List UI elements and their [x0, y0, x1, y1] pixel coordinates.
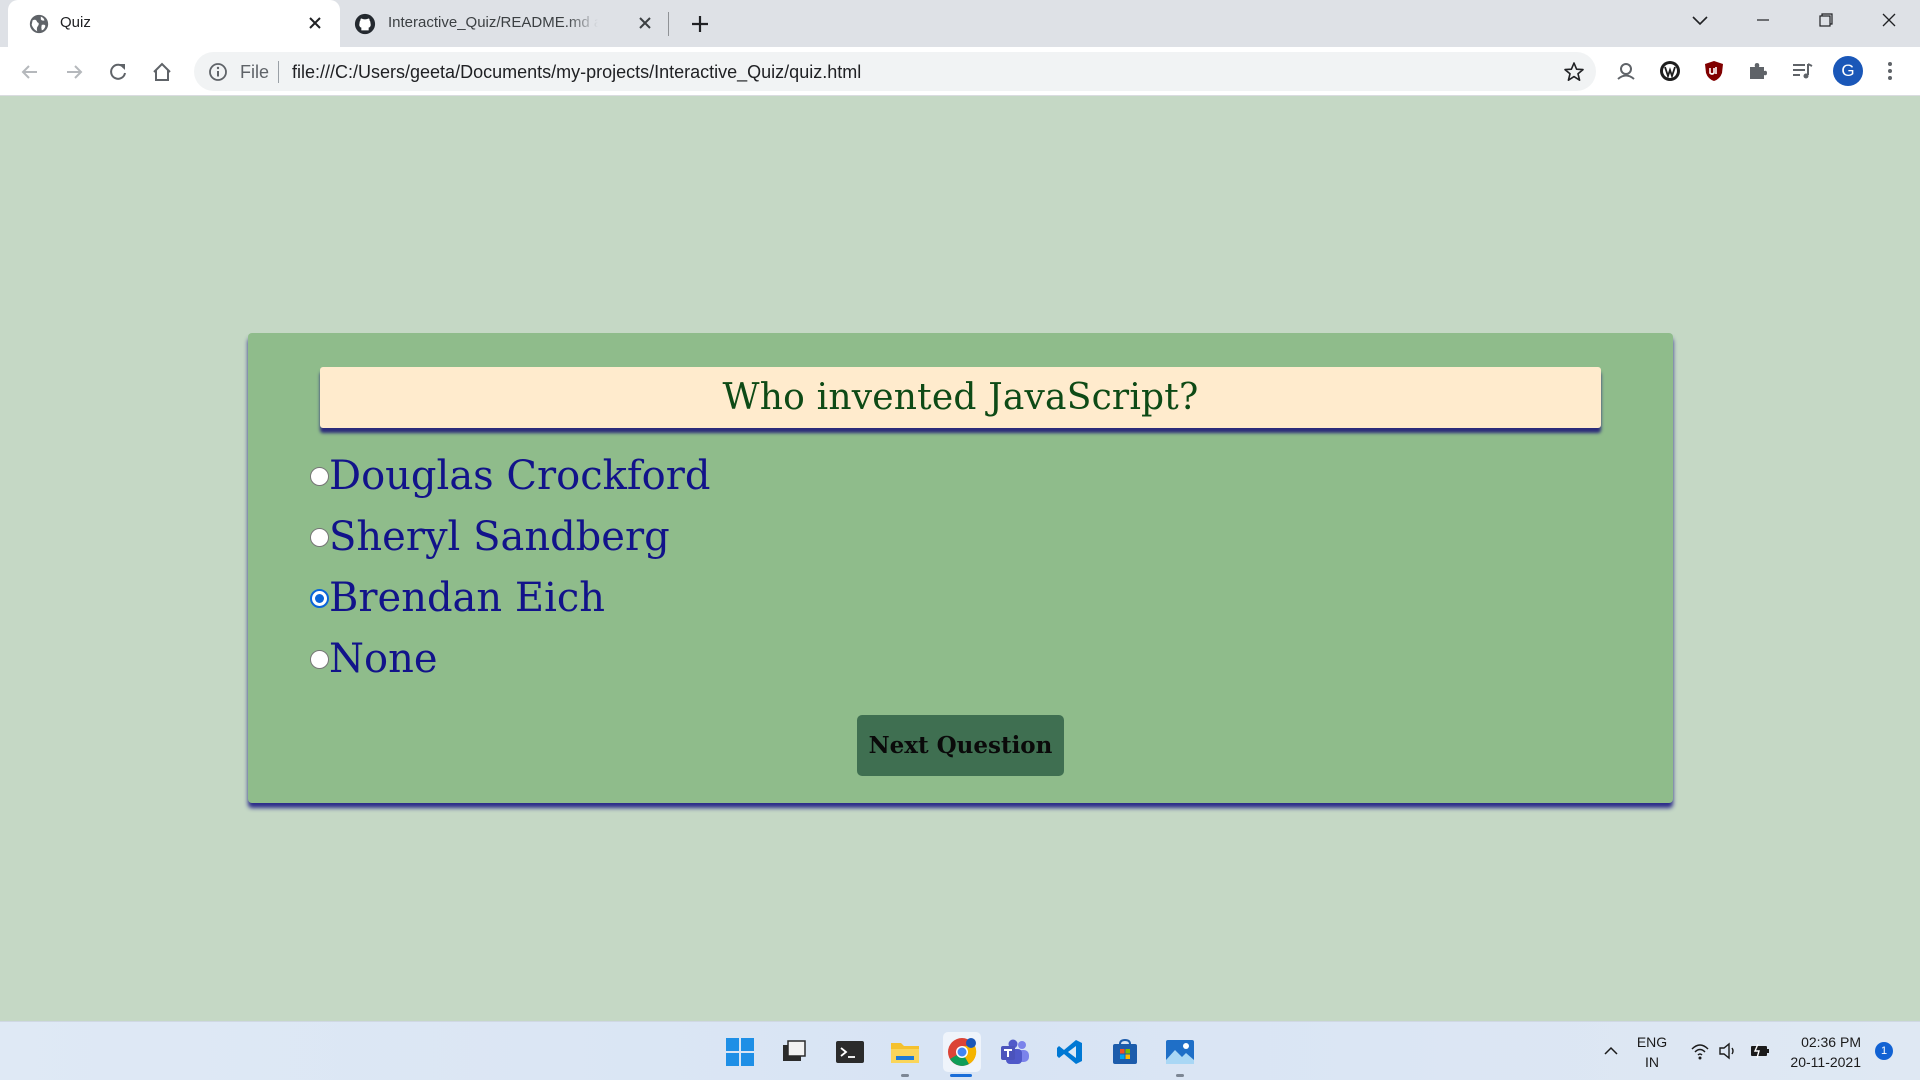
arrow-right-icon — [67, 65, 83, 79]
minimize-button[interactable] — [1733, 0, 1793, 40]
omnibox-divider — [278, 61, 279, 83]
tab-search-button[interactable] — [1670, 0, 1730, 40]
running-indicator — [901, 1074, 909, 1077]
home-icon — [153, 62, 171, 81]
vscode-icon — [1057, 1040, 1082, 1064]
restore-button[interactable] — [1796, 0, 1856, 40]
option-douglas-crockford[interactable]: Douglas Crockford — [310, 453, 710, 499]
media-control-button[interactable] — [1789, 58, 1815, 84]
bookmark-star-icon[interactable] — [1562, 60, 1586, 84]
more-vert-icon — [1888, 62, 1892, 80]
store-icon — [1113, 1038, 1137, 1064]
question-text: Who invented JavaScript? — [722, 377, 1199, 418]
file-explorer-icon — [783, 1040, 806, 1061]
puzzle-icon — [1750, 63, 1767, 79]
tab-quiz[interactable]: Quiz — [8, 0, 340, 47]
tab-strip: Quiz Interactive_Quiz/README.md at main — [0, 0, 1920, 47]
wordpress-extension[interactable] — [1657, 58, 1683, 84]
restore-icon — [1819, 13, 1833, 27]
close-icon[interactable] — [634, 12, 656, 34]
terminal-button[interactable] — [833, 1035, 867, 1069]
media-icon — [1793, 63, 1813, 79]
chrome-button[interactable] — [943, 1032, 981, 1072]
option-brendan-eich[interactable]: Brendan Eich — [310, 575, 605, 621]
browser-menu-button[interactable] — [1880, 58, 1900, 84]
input-language[interactable]: ENG IN — [1634, 1032, 1670, 1072]
teams-icon — [1001, 1039, 1029, 1064]
option-sheryl-sandberg[interactable]: Sheryl Sandberg — [310, 514, 670, 560]
close-window-button[interactable] — [1859, 0, 1919, 40]
back-button[interactable] — [15, 57, 45, 87]
ublock-icon — [1705, 61, 1723, 81]
photos-button[interactable] — [1163, 1035, 1197, 1069]
system-clock[interactable]: 02:36 PM 20-11-2021 — [1781, 1032, 1861, 1072]
clock-date: 20-11-2021 — [1790, 1054, 1861, 1070]
vscode-button[interactable] — [1053, 1035, 1087, 1069]
address-bar[interactable]: File file:///C:/Users/geeta/Documents/my… — [194, 52, 1596, 91]
url-text[interactable]: file:///C:/Users/geeta/Documents/my-proj… — [292, 62, 861, 83]
globe-icon — [29, 14, 49, 34]
store-button[interactable] — [1108, 1035, 1142, 1069]
lens-extension[interactable] — [1613, 58, 1639, 84]
forward-button[interactable] — [59, 57, 89, 87]
option-label: None — [329, 636, 438, 682]
radio-button[interactable] — [310, 527, 329, 547]
github-icon — [354, 13, 376, 35]
reload-button[interactable] — [103, 57, 133, 87]
tab-separator — [668, 12, 669, 36]
region-line: IN — [1645, 1054, 1659, 1070]
quiz-card: Who invented JavaScript? Douglas Crockfo… — [248, 333, 1673, 803]
windows-taskbar: ENG IN 02:36 PM 20-11-2021 — [0, 1021, 1920, 1080]
radio-button-checked[interactable] — [310, 588, 329, 608]
language-line: ENG — [1636, 1034, 1668, 1050]
tab-title: Interactive_Quiz/README.md at main — [388, 14, 598, 31]
radio-button[interactable] — [310, 466, 329, 486]
next-question-label: Next Question — [868, 732, 1053, 759]
teams-button[interactable] — [998, 1035, 1032, 1069]
wifi-icon[interactable] — [1690, 1042, 1710, 1060]
task-view-button[interactable] — [777, 1035, 811, 1069]
photos-icon — [1166, 1040, 1194, 1064]
option-label: Douglas Crockford — [329, 453, 711, 499]
option-label: Sheryl Sandberg — [329, 514, 670, 560]
option-none[interactable]: None — [310, 636, 438, 682]
volume-icon[interactable] — [1718, 1042, 1738, 1060]
new-tab-icon[interactable] — [686, 10, 714, 38]
question-box: Who invented JavaScript? — [320, 367, 1601, 428]
scheme-label: File — [240, 62, 270, 82]
chevron-up-icon[interactable] — [1602, 1044, 1620, 1058]
file-explorer-button[interactable] — [888, 1035, 922, 1069]
minimize-icon — [1757, 19, 1769, 21]
browser-toolbar: File file:///C:/Users/geeta/Documents/my… — [0, 47, 1920, 96]
close-icon — [1882, 13, 1896, 27]
radio-button[interactable] — [310, 649, 329, 669]
tab-readme[interactable]: Interactive_Quiz/README.md at main — [340, 0, 670, 47]
clock-time: 02:36 PM — [1801, 1034, 1861, 1050]
lens-icon — [1617, 63, 1635, 80]
terminal-icon — [836, 1041, 864, 1063]
home-button[interactable] — [147, 57, 177, 87]
option-label: Brendan Eich — [329, 575, 606, 621]
info-icon[interactable] — [208, 62, 228, 82]
active-indicator — [950, 1074, 972, 1077]
chevron-down-icon — [1692, 16, 1708, 26]
ublock-extension[interactable] — [1701, 58, 1727, 84]
windows-start-icon — [726, 1038, 754, 1066]
arrow-left-icon — [21, 65, 37, 79]
battery-icon[interactable] — [1749, 1042, 1771, 1060]
extensions-button[interactable] — [1745, 58, 1771, 84]
running-indicator — [1176, 1074, 1184, 1077]
profile-avatar[interactable]: G — [1833, 56, 1863, 86]
folder-icon — [891, 1043, 919, 1063]
notification-badge[interactable]: 1 — [1875, 1042, 1893, 1060]
reload-icon — [110, 63, 126, 80]
chrome-icon — [948, 1038, 977, 1066]
start-button[interactable] — [723, 1035, 757, 1069]
next-question-button[interactable]: Next Question — [857, 715, 1064, 776]
wordpress-icon — [1660, 61, 1680, 81]
close-icon[interactable] — [304, 12, 326, 34]
tab-title: Quiz — [60, 14, 91, 31]
